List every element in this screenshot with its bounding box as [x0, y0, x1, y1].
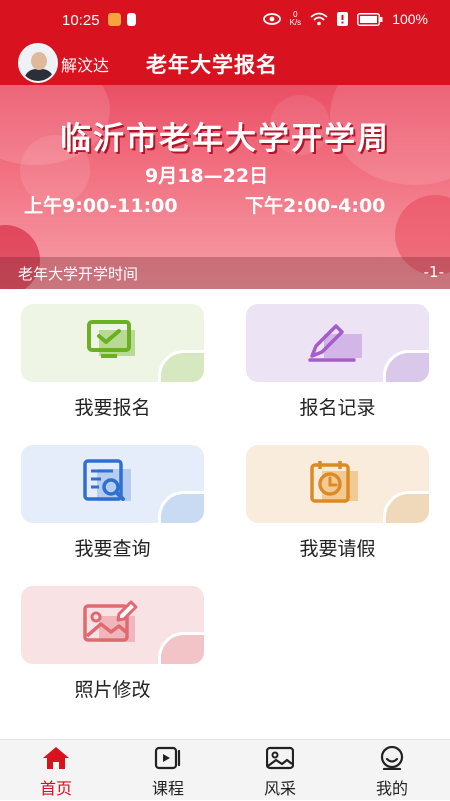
- calendar-clock-icon: [310, 461, 358, 503]
- tile-corner: [158, 632, 204, 664]
- avatar-body: [24, 69, 54, 81]
- menu-tile-records[interactable]: 报名记录: [246, 304, 429, 442]
- tile-card: [21, 304, 204, 382]
- app-header: 解汶达 老年大学报名: [0, 40, 450, 85]
- monitor-check-icon: [87, 320, 135, 358]
- status-right: 0 K/s 100%: [262, 10, 428, 27]
- tab-label: 课程: [151, 779, 184, 798]
- tab-home[interactable]: 首页: [11, 740, 101, 801]
- search-document-icon: [83, 459, 131, 501]
- avatar-face: [31, 52, 47, 70]
- status-time: 10:25: [62, 12, 100, 29]
- tile-label: 我要请假: [299, 538, 376, 560]
- tile-label: 我要查询: [74, 538, 151, 560]
- tile-corner: [158, 491, 204, 523]
- tile-card: [246, 445, 429, 523]
- status-bar: 10:25 0 K/s 100%: [0, 0, 450, 40]
- banner-date: 9月18—22日: [145, 165, 269, 187]
- app-notification-icon: [108, 13, 121, 26]
- home-icon: [43, 747, 69, 769]
- tab-label: 首页: [39, 779, 72, 798]
- photo-edit-icon: [83, 600, 138, 642]
- tab-label: 风采: [263, 779, 296, 798]
- username[interactable]: 解汶达: [61, 52, 109, 76]
- page-title: 老年大学报名: [146, 53, 278, 77]
- tile-label: 报名记录: [299, 397, 376, 419]
- banner-caption-bar: 老年大学开学时间 -1-: [0, 257, 450, 289]
- bottom-tab-bar: 首页 课程 风采 我的: [0, 739, 450, 800]
- battery-percent: 100%: [392, 11, 428, 27]
- banner-morning-hours: 上午9:00-11:00: [24, 195, 178, 217]
- network-speed: 0 K/s: [289, 10, 302, 27]
- tab-gallery[interactable]: 风采: [235, 740, 325, 801]
- tile-card: [21, 586, 204, 664]
- tile-label: 我要报名: [74, 397, 151, 419]
- menu-tile-register[interactable]: 我要报名: [21, 304, 204, 442]
- tab-label: 我的: [375, 779, 408, 798]
- tile-corner: [383, 491, 429, 523]
- banner-headline: 临沂市老年大学开学周: [60, 121, 390, 157]
- sim-alert-icon: [337, 12, 349, 26]
- pencil-record-icon: [308, 324, 362, 362]
- menu-tile-leave[interactable]: 我要请假: [246, 445, 429, 583]
- tile-corner: [158, 350, 204, 382]
- banner-caption: 老年大学开学时间: [18, 265, 139, 283]
- wifi-icon: [310, 12, 328, 26]
- menu-tile-photo[interactable]: 照片修改: [21, 586, 204, 724]
- tab-courses[interactable]: 课程: [123, 740, 213, 801]
- banner-page-indicator: -1-: [423, 263, 444, 281]
- video-icon: [154, 746, 181, 770]
- alert-icon: [127, 13, 136, 26]
- tab-profile[interactable]: 我的: [347, 740, 437, 801]
- banner-carousel[interactable]: 临沂市老年大学开学周 9月18—22日 上午9:00-11:00 下午2:00-…: [0, 85, 450, 289]
- tile-card: [21, 445, 204, 523]
- menu-tile-query[interactable]: 我要查询: [21, 445, 204, 583]
- banner-afternoon-hours: 下午2:00-4:00: [245, 195, 386, 217]
- image-icon: [266, 746, 294, 770]
- eye-icon: [262, 13, 281, 25]
- tile-card: [246, 304, 429, 382]
- profile-icon: [380, 746, 404, 770]
- battery-icon: [357, 12, 383, 26]
- tile-corner: [383, 350, 429, 382]
- avatar[interactable]: [18, 43, 58, 83]
- tile-label: 照片修改: [74, 679, 151, 701]
